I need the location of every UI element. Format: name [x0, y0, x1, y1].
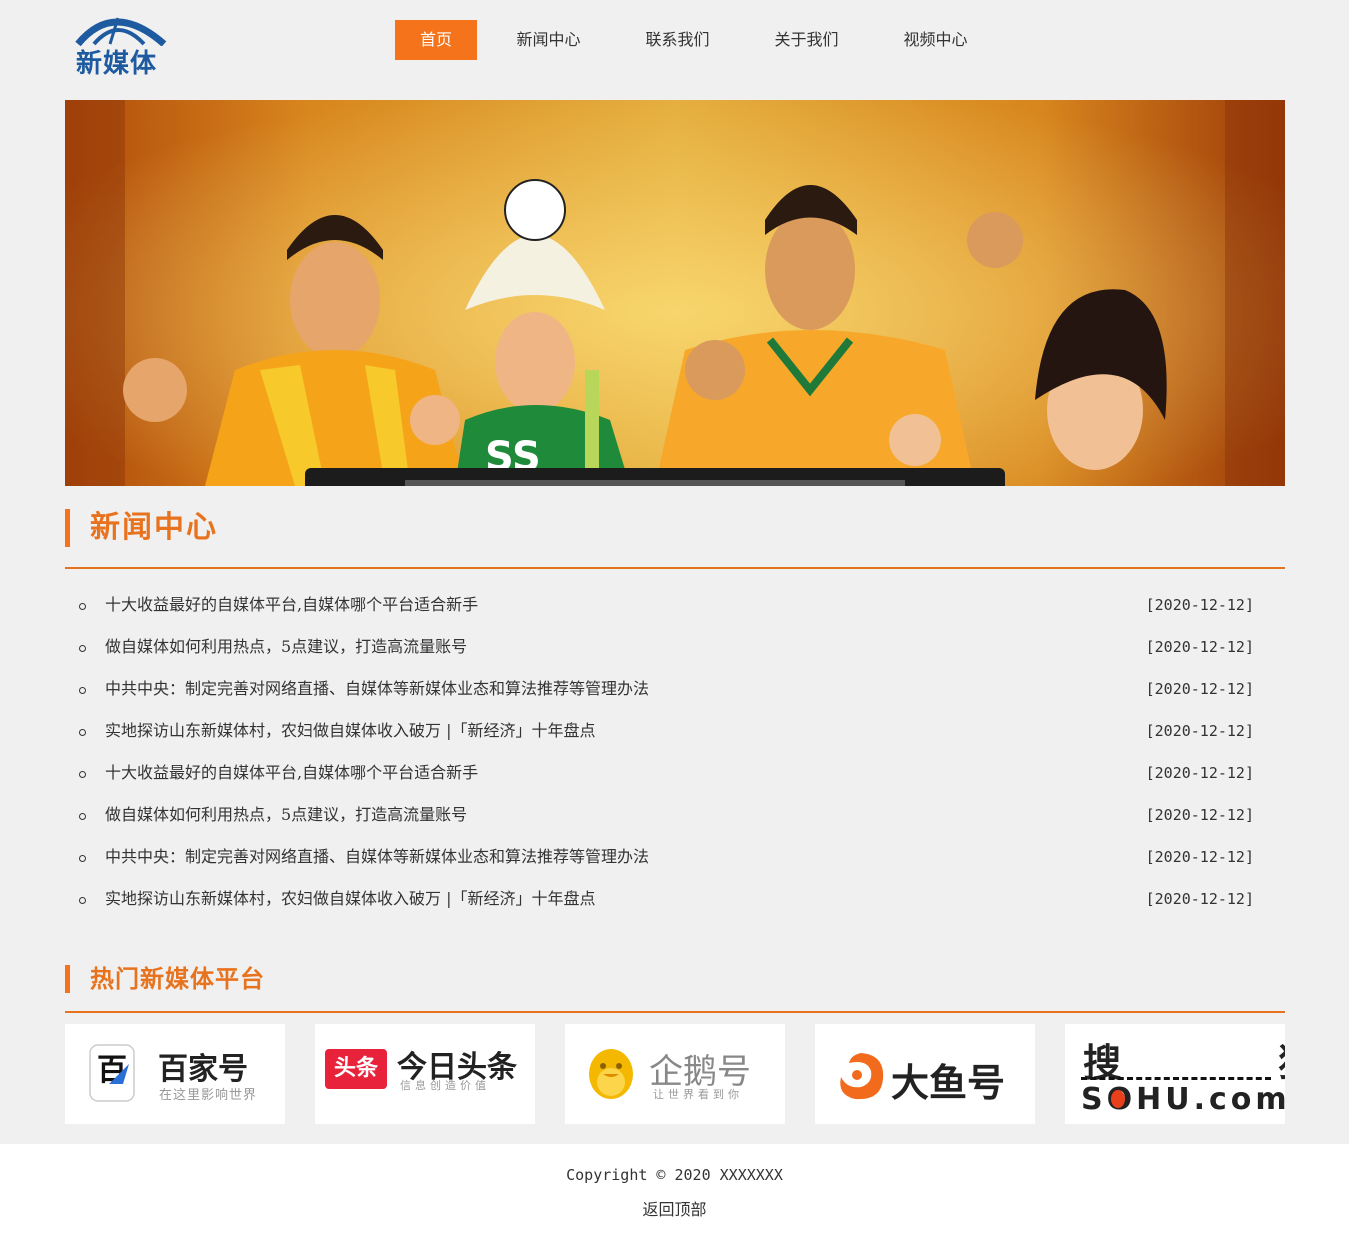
nav-video[interactable]: 视频中心 — [878, 20, 993, 60]
news-link[interactable]: 实地探访山东新媒体村，农妇做自媒体收入破万 |「新经济」十年盘点 — [105, 710, 595, 752]
platform-slogan: 在这里影响世界 — [159, 1088, 258, 1103]
platform-name: 大鱼号 — [891, 1061, 1006, 1105]
platform-slogan: 信息创造价值 — [400, 1079, 490, 1092]
copyright-text: Copyright © 2020 XXXXXXX — [566, 1166, 783, 1184]
news-link[interactable]: 做自媒体如何利用热点，5点建议，打造高流量账号 — [105, 794, 467, 836]
platform-card-qiehao[interactable]: 企鹅号 让世界看到你 — [565, 1024, 785, 1124]
news-date: [2020-12-12] — [1145, 848, 1254, 866]
news-divider — [65, 567, 1285, 569]
nav-about[interactable]: 关于我们 — [735, 20, 878, 60]
platform-slogan: 让世界看到你 — [653, 1088, 743, 1101]
sohu-divider — [1081, 1077, 1271, 1080]
news-link[interactable]: 实地探访山东新媒体村，农妇做自媒体收入破万 |「新经济」十年盘点 — [105, 878, 595, 920]
toutiao-icon: 头条 — [325, 1049, 387, 1089]
news-date: [2020-12-12] — [1145, 596, 1254, 614]
news-date: [2020-12-12] — [1145, 722, 1254, 740]
logo-text: 新媒体 — [76, 49, 158, 79]
sohu-fox-dot — [1111, 1090, 1125, 1108]
banner-fans-image: SS — [65, 100, 1285, 486]
news-date: [2020-12-12] — [1145, 764, 1254, 782]
logo-arch-icon — [75, 17, 167, 46]
back-to-top-link[interactable]: 返回顶部 — [0, 1196, 1349, 1220]
nav-contact[interactable]: 联系我们 — [620, 20, 735, 60]
platform-card-sohu[interactable]: 搜 狐 SOHU.com — [1065, 1024, 1285, 1124]
site-footer: Copyright © 2020 XXXXXXX 返回顶部 — [0, 1144, 1349, 1238]
news-link[interactable]: 十大收益最好的自媒体平台,自媒体哪个平台适合新手 — [105, 752, 478, 794]
news-item: 十大收益最好的自媒体平台,自媒体哪个平台适合新手 [2020-12-12] — [65, 584, 1285, 626]
news-item: 中共中央：制定完善对网络直播、自媒体等新媒体业态和算法推荐等管理办法 [2020… — [65, 668, 1285, 710]
site-header: 新媒体 首页 新闻中心 联系我们 关于我们 视频中心 — [0, 0, 1349, 100]
main-nav: 首页 新闻中心 联系我们 关于我们 视频中心 — [395, 20, 993, 60]
platform-cards: 百 百家号 在这里影响世界 头条 今日头条 信息创造价值 企鹅号 让世界看到你 … — [65, 1024, 1285, 1124]
news-item: 中共中央：制定完善对网络直播、自媒体等新媒体业态和算法推荐等管理办法 [2020… — [65, 836, 1285, 878]
news-date: [2020-12-12] — [1145, 890, 1254, 908]
news-item: 实地探访山东新媒体村，农妇做自媒体收入破万 |「新经济」十年盘点 [2020-1… — [65, 878, 1285, 920]
platform-card-baijiahao[interactable]: 百 百家号 在这里影响世界 — [65, 1024, 285, 1124]
news-date: [2020-12-12] — [1145, 806, 1254, 824]
news-item: 十大收益最好的自媒体平台,自媒体哪个平台适合新手 [2020-12-12] — [65, 752, 1285, 794]
fish-icon — [840, 1053, 884, 1100]
news-list: 十大收益最好的自媒体平台,自媒体哪个平台适合新手 [2020-12-12] 做自… — [65, 584, 1285, 920]
news-item: 做自媒体如何利用热点，5点建议，打造高流量账号 [2020-12-12] — [65, 794, 1285, 836]
baijiahao-icon: 百 — [89, 1044, 135, 1102]
platform-card-toutiao[interactable]: 头条 今日头条 信息创造价值 — [315, 1024, 535, 1124]
platforms-divider — [65, 1011, 1285, 1013]
penguin-icon — [589, 1049, 633, 1099]
platform-card-dayu[interactable]: 大鱼号 — [815, 1024, 1035, 1124]
platforms-section-title: 热门新媒体平台 — [65, 965, 265, 993]
site-logo[interactable]: 新媒体 — [74, 10, 170, 79]
news-item: 实地探访山东新媒体村，农妇做自媒体收入破万 |「新经济」十年盘点 [2020-1… — [65, 710, 1285, 752]
hero-banner: SS — [65, 100, 1285, 486]
news-section-title: 新闻中心 — [65, 509, 218, 547]
news-date: [2020-12-12] — [1145, 680, 1254, 698]
news-item: 做自媒体如何利用热点，5点建议，打造高流量账号 [2020-12-12] — [65, 626, 1285, 668]
nav-news[interactable]: 新闻中心 — [477, 20, 620, 60]
platform-name: 百家号 — [158, 1052, 248, 1087]
news-link[interactable]: 做自媒体如何利用热点，5点建议，打造高流量账号 — [105, 626, 467, 668]
news-link[interactable]: 中共中央：制定完善对网络直播、自媒体等新媒体业态和算法推荐等管理办法 — [105, 836, 649, 878]
news-link[interactable]: 十大收益最好的自媒体平台,自媒体哪个平台适合新手 — [105, 584, 478, 626]
news-date: [2020-12-12] — [1145, 638, 1254, 656]
nav-home[interactable]: 首页 — [395, 20, 477, 60]
news-link[interactable]: 中共中央：制定完善对网络直播、自媒体等新媒体业态和算法推荐等管理办法 — [105, 668, 649, 710]
